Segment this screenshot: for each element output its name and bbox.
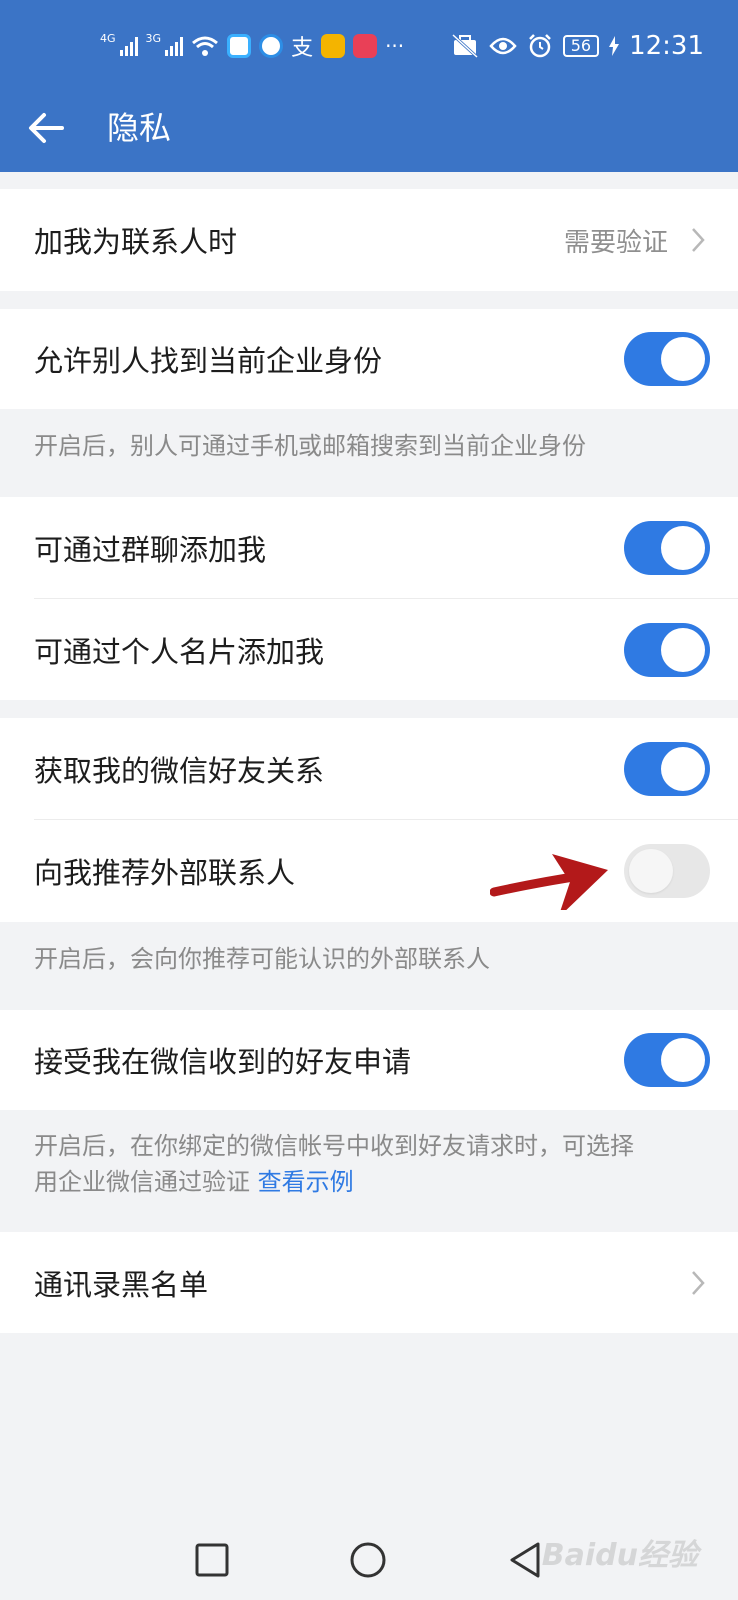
find-identity-hint: 开启后，别人可通过手机或邮箱搜索到当前企业身份 [34, 432, 586, 460]
page-title: 隐私 [107, 109, 172, 147]
alipay-icon: 支 [291, 36, 314, 61]
card-add-label: 可通过个人名片添加我 [34, 635, 325, 669]
recommend-hint: 开启后，会向你推荐可能认识的外部联系人 [34, 945, 490, 973]
add-methods-group: 可通过群聊添加我 可通过个人名片添加我 [0, 497, 738, 700]
recommend-external-row: 向我推荐外部联系人 [0, 820, 738, 922]
watermark: Baidu经验 [541, 1538, 698, 1573]
blacklist-label: 通讯录黑名单 [34, 1268, 209, 1302]
status-bar: 4G 3G 支 ··· 56 12:31 [0, 0, 738, 90]
silent-icon [451, 33, 478, 59]
find-identity-group: 允许别人找到当前企业身份 [0, 309, 738, 409]
wechat-friends-toggle[interactable] [624, 742, 710, 796]
battery-indicator: 56 [562, 35, 600, 57]
more-icon: ··· [385, 34, 405, 58]
group-chat-add-toggle[interactable] [624, 521, 710, 575]
add-contact-row[interactable]: 加我为联系人时 需要验证 [0, 189, 738, 291]
title-bar: 隐私 [0, 90, 738, 172]
annotation-arrow-icon [490, 854, 608, 910]
accept-requests-row: 接受我在微信收到的好友申请 [0, 1010, 738, 1110]
add-contact-value: 需要验证 [563, 228, 668, 258]
charging-icon [609, 36, 620, 56]
signal-icon [119, 36, 138, 56]
card-add-toggle[interactable] [624, 623, 710, 677]
app-notification-icon [227, 34, 252, 58]
status-right: 56 12:31 [451, 28, 704, 64]
chevron-right-icon [692, 228, 705, 252]
accept-hint-text: 用企业微信通过验证 [34, 1168, 250, 1196]
toggle-knob [661, 337, 705, 381]
clock: 12:31 [629, 31, 704, 61]
toggle-knob [661, 1038, 705, 1082]
card-add-row: 可通过个人名片添加我 [0, 599, 738, 700]
eye-icon [489, 37, 517, 55]
find-identity-row: 允许别人找到当前企业身份 [0, 309, 738, 409]
accept-requests-label: 接受我在微信收到的好友申请 [34, 1045, 412, 1079]
recent-apps-icon[interactable] [190, 1538, 234, 1582]
toggle-knob [629, 849, 673, 893]
group-chat-add-row: 可通过群聊添加我 [0, 497, 738, 598]
view-example-link[interactable]: 查看示例 [258, 1168, 354, 1196]
alarm-icon [528, 34, 551, 58]
network-type-1: 4G [100, 31, 116, 45]
blacklist-row[interactable]: 通讯录黑名单 [0, 1232, 738, 1333]
toggle-knob [661, 628, 705, 672]
toggle-knob [661, 526, 705, 570]
find-identity-label: 允许别人找到当前企业身份 [34, 344, 383, 378]
blacklist-group: 通讯录黑名单 [0, 1232, 738, 1333]
chevron-right-icon [692, 1271, 705, 1295]
accept-hint-line-1: 开启后，在你绑定的微信帐号中收到好友请求时，可选择 [34, 1132, 634, 1160]
wifi-icon [192, 36, 219, 56]
add-contact-label: 加我为联系人时 [34, 225, 238, 259]
accept-hint-line-2: 用企业微信通过验证 查看示例 [34, 1164, 704, 1200]
status-left: 4G 3G 支 ··· [100, 28, 404, 64]
find-identity-toggle[interactable] [624, 332, 710, 386]
app-notification-icon [259, 34, 284, 58]
group-chat-add-label: 可通过群聊添加我 [34, 533, 267, 567]
network-type-2: 3G [145, 31, 162, 45]
wechat-group: 获取我的微信好友关系 向我推荐外部联系人 [0, 718, 738, 922]
add-contact-group: 加我为联系人时 需要验证 [0, 189, 738, 291]
app-notification-icon [321, 34, 346, 58]
book-icon [353, 34, 378, 58]
wechat-friends-row: 获取我的微信好友关系 [0, 718, 738, 819]
arrow-left-icon[interactable] [22, 104, 70, 152]
signal-icon-2 [165, 36, 184, 56]
recommend-external-label: 向我推荐外部联系人 [34, 856, 296, 890]
wechat-friends-label: 获取我的微信好友关系 [34, 754, 325, 788]
accept-requests-hint: 开启后，在你绑定的微信帐号中收到好友请求时，可选择 用企业微信通过验证 查看示例 [34, 1128, 704, 1200]
home-icon[interactable] [346, 1538, 390, 1582]
accept-requests-group: 接受我在微信收到的好友申请 [0, 1010, 738, 1110]
toggle-knob [661, 747, 705, 791]
recommend-external-toggle[interactable] [624, 844, 710, 898]
accept-requests-toggle[interactable] [624, 1033, 710, 1087]
